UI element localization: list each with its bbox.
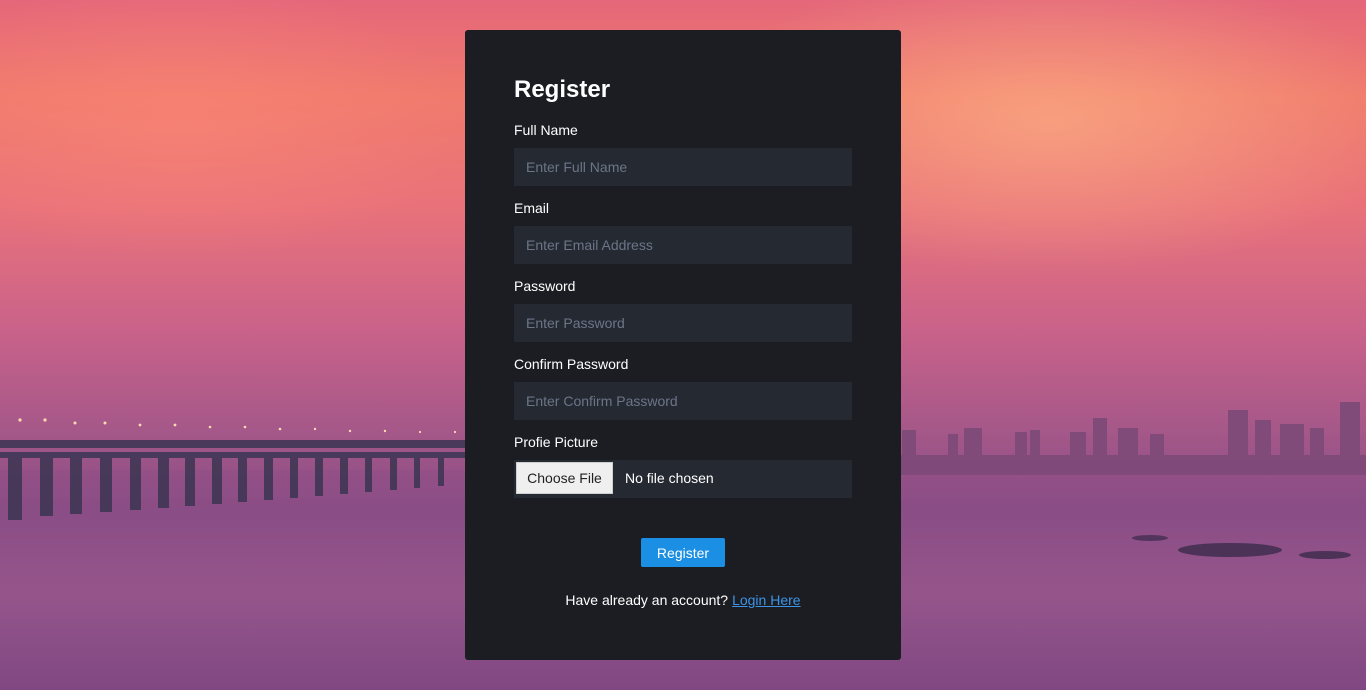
email-input[interactable]	[514, 226, 852, 264]
choose-file-button[interactable]: Choose File	[516, 462, 613, 494]
confirm-password-label: Confirm Password	[514, 356, 629, 372]
login-prompt: Have already an account? Login Here	[465, 592, 901, 608]
page-title: Register	[514, 76, 611, 103]
full-name-input[interactable]	[514, 148, 852, 186]
profile-picture-file-input[interactable]: Choose File No file chosen	[514, 460, 852, 498]
register-button[interactable]: Register	[641, 538, 725, 567]
password-label: Password	[514, 278, 576, 294]
login-prompt-text: Have already an account?	[565, 592, 729, 608]
profile-picture-label: Profie Picture	[514, 434, 599, 450]
file-status-text: No file chosen	[625, 470, 714, 486]
login-link[interactable]: Login Here	[732, 592, 801, 608]
email-label: Email	[514, 200, 550, 216]
full-name-label: Full Name	[514, 122, 578, 138]
password-input[interactable]	[514, 304, 852, 342]
confirm-password-input[interactable]	[514, 382, 852, 420]
register-card: Register Full Name Email Password Confir…	[465, 30, 901, 660]
